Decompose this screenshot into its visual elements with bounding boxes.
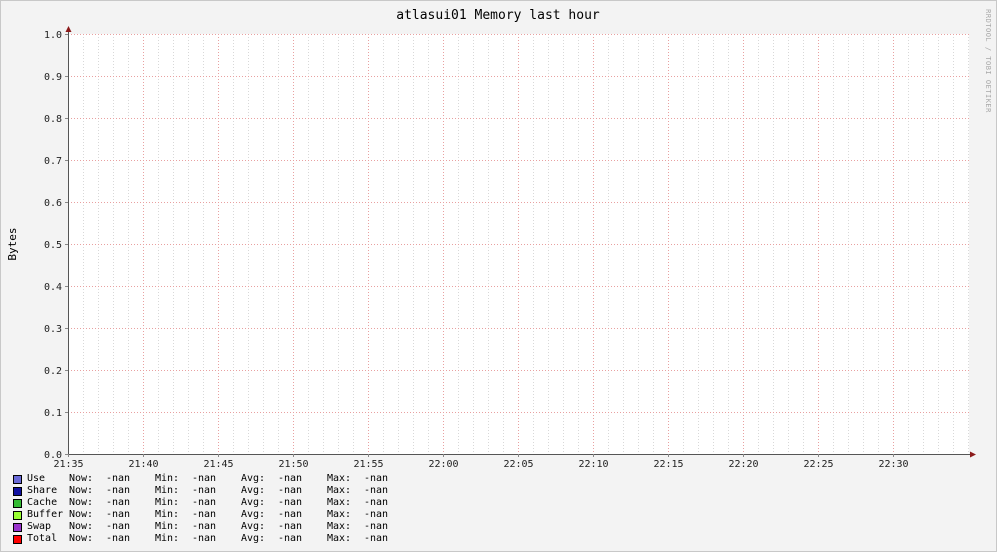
- y-tick-label: 0.9: [44, 72, 62, 83]
- legend-now-value: -nan: [106, 473, 131, 484]
- memory-chart: atlasui01 Memory last hour 0.00.10.20.30…: [6, 8, 992, 470]
- legend-min-label: Min:: [155, 485, 180, 496]
- legend-now-value: -nan: [106, 497, 131, 508]
- legend-min-label: Min:: [155, 533, 180, 544]
- legend-max-label: Max:: [327, 521, 352, 532]
- legend-swatch: [13, 474, 22, 484]
- chart-title: atlasui01 Memory last hour: [396, 8, 600, 23]
- x-tick-label: 21:40: [128, 459, 158, 470]
- y-tick-label: 0.8: [44, 114, 62, 125]
- y-tick-label: 0.2: [44, 366, 62, 377]
- x-tick-label: 21:55: [353, 459, 383, 470]
- legend-now-value: -nan: [106, 485, 131, 496]
- legend-avg-value: -nan: [278, 533, 303, 544]
- legend-max-label: Max:: [327, 497, 352, 508]
- legend-avg-label: Avg:: [241, 509, 266, 520]
- rrdtool-watermark: RRDTOOL / TOBI OETIKER: [984, 9, 992, 113]
- y-tick-label: 0.5: [44, 240, 62, 251]
- legend-now-label: Now:: [69, 533, 94, 544]
- legend-now-label: Now:: [69, 509, 94, 520]
- legend-avg-value: -nan: [278, 485, 303, 496]
- y-tick-label: 0.3: [44, 324, 62, 335]
- legend-now-value: -nan: [106, 533, 131, 544]
- legend-now-label: Now:: [69, 473, 94, 484]
- legend-now-value: -nan: [106, 509, 131, 520]
- legend-avg-value: -nan: [278, 521, 303, 532]
- legend: Use Now: -nan Min: -nan Avg: -nan Max: -nan Share…: [13, 473, 413, 545]
- legend-avg-label: Avg:: [241, 497, 266, 508]
- legend-max-label: Max:: [327, 509, 352, 520]
- legend-swatch: [13, 510, 22, 520]
- legend-max-value: -nan: [364, 485, 389, 496]
- x-tick-label: 22:05: [503, 459, 533, 470]
- legend-series-name: Swap: [27, 521, 52, 532]
- y-axis-arrow: [65, 26, 72, 32]
- legend-now-value: -nan: [106, 521, 131, 532]
- legend-max-value: -nan: [364, 509, 389, 520]
- legend-swatch: [13, 486, 22, 496]
- x-tick-label: 21:45: [203, 459, 233, 470]
- legend-row-cache: Cache Now: -nan Min: -nan Avg: -nan Max: -nan: [13, 497, 413, 509]
- x-tick-label: 21:50: [278, 459, 308, 470]
- legend-min-value: -nan: [192, 485, 217, 496]
- x-tick-label: 22:20: [728, 459, 758, 470]
- legend-max-value: -nan: [364, 521, 389, 532]
- legend-max-value: -nan: [364, 497, 389, 508]
- y-tick-label: 1.0: [44, 30, 62, 41]
- legend-avg-label: Avg:: [241, 485, 266, 496]
- y-tick-label: 0.7: [44, 156, 62, 167]
- legend-min-value: -nan: [192, 497, 217, 508]
- legend-series-name: Share: [27, 485, 58, 496]
- legend-max-label: Max:: [327, 485, 352, 496]
- legend-now-label: Now:: [69, 497, 94, 508]
- legend-avg-value: -nan: [278, 497, 303, 508]
- legend-avg-value: -nan: [278, 473, 303, 484]
- legend-min-value: -nan: [192, 509, 217, 520]
- legend-min-value: -nan: [192, 473, 217, 484]
- legend-swatch: [13, 498, 22, 508]
- x-tick-label: 22:10: [578, 459, 608, 470]
- legend-avg-label: Avg:: [241, 521, 266, 532]
- legend-max-label: Max:: [327, 533, 352, 544]
- legend-series-name: Total: [27, 533, 58, 544]
- legend-min-label: Min:: [155, 473, 180, 484]
- y-tick-label: 0.4: [44, 282, 62, 293]
- legend-avg-label: Avg:: [241, 473, 266, 484]
- legend-swatch: [13, 534, 22, 544]
- legend-series-name: Cache: [27, 497, 58, 508]
- legend-max-label: Max:: [327, 473, 352, 484]
- legend-row-use: Use Now: -nan Min: -nan Avg: -nan Max: -nan: [13, 473, 413, 485]
- x-axis-ticks: 21:35 21:40 21:45 21:50 21:55 22:00 22:05 22:10…: [53, 454, 909, 470]
- x-axis-arrow: [970, 451, 976, 458]
- x-tick-label: 22:00: [428, 459, 458, 470]
- legend-row-total: Total Now: -nan Min: -nan Avg: -nan Max: -nan: [13, 533, 413, 545]
- legend-row-buffer: Buffer Now: -nan Min: -nan Avg: -nan Max: -nan: [13, 509, 413, 521]
- legend-series-name: Use: [27, 473, 46, 484]
- legend-now-label: Now:: [69, 485, 94, 496]
- legend-row-swap: Swap Now: -nan Min: -nan Avg: -nan Max: -nan: [13, 521, 413, 533]
- x-tick-label: 22:25: [803, 459, 833, 470]
- legend-swatch: [13, 522, 22, 532]
- legend-min-value: -nan: [192, 533, 217, 544]
- legend-min-label: Min:: [155, 509, 180, 520]
- y-axis-ticks: 0.00.10.20.30.40.50.60.70.80.91.0: [44, 30, 68, 461]
- legend-max-value: -nan: [364, 533, 389, 544]
- legend-now-label: Now:: [69, 521, 94, 532]
- graph-frame: atlasui01 Memory last hour 0.0 0.1 0.2 0.3 0…: [0, 0, 997, 552]
- legend-series-name: Buffer: [27, 509, 64, 520]
- y-tick-label: 0.6: [44, 198, 62, 209]
- legend-min-label: Min:: [155, 497, 180, 508]
- legend-row-share: Share Now: -nan Min: -nan Avg: -nan Max: -nan: [13, 485, 413, 497]
- legend-min-label: Min:: [155, 521, 180, 532]
- legend-min-value: -nan: [192, 521, 217, 532]
- legend-avg-value: -nan: [278, 509, 303, 520]
- x-tick-label: 21:35: [53, 459, 83, 470]
- x-tick-label: 22:30: [878, 459, 908, 470]
- y-axis-label: Bytes: [6, 227, 19, 260]
- legend-max-value: -nan: [364, 473, 389, 484]
- y-tick-label: 0.1: [44, 408, 62, 419]
- x-tick-label: 22:15: [653, 459, 683, 470]
- legend-avg-label: Avg:: [241, 533, 266, 544]
